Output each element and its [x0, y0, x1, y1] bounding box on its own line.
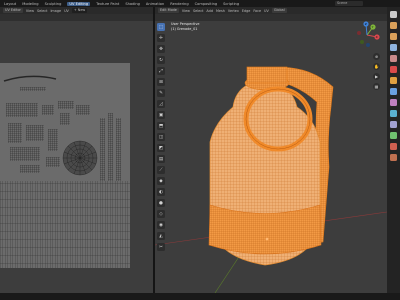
pan-hand-icon[interactable]: ✋: [373, 63, 380, 70]
uv-menu-select[interactable]: Select: [37, 9, 47, 13]
extrude-icon[interactable]: ⬒: [157, 122, 165, 130]
poly-build-icon[interactable]: ◆: [157, 177, 165, 185]
view-layer-icon[interactable]: [390, 44, 397, 51]
annotate-icon[interactable]: ✎: [157, 89, 165, 97]
loop-cut-icon[interactable]: ▤: [157, 155, 165, 163]
workspace-tab-6[interactable]: Animation: [146, 2, 164, 6]
knife-icon[interactable]: ⟋: [157, 166, 165, 174]
zoom-icon[interactable]: ⊕: [373, 53, 380, 60]
spin-icon[interactable]: ◐: [157, 188, 165, 196]
gizmo-y-label: Y: [372, 25, 374, 29]
tool-icon[interactable]: [390, 11, 397, 18]
3d-viewport[interactable]: Edit Mode View Select Add Mesh Vertex Ed…: [155, 7, 387, 293]
uv-menu-uv[interactable]: UV: [64, 9, 69, 13]
output-icon[interactable]: [390, 33, 397, 40]
grenade-neck[interactable]: [246, 66, 288, 84]
viewport-info: User Perspective (1) Grenade_01: [171, 22, 199, 31]
constraints-icon[interactable]: [390, 121, 397, 128]
toolbar: ⬚ ✛ ✥ ↻ ⤢ ⊞ ✎ ◿ ▣ ⬒ ◫ ◩ ▤ ⟋ ◆ ◐ ● ◇ ◉ ◭ ✂: [157, 23, 166, 254]
edge-slide-icon[interactable]: ◇: [157, 210, 165, 218]
uv-island-top: [20, 87, 46, 91]
workspace-tab-9[interactable]: Scripting: [223, 2, 239, 6]
uv-layout: [0, 75, 130, 268]
smooth-icon[interactable]: ●: [157, 199, 165, 207]
uv-menu-view[interactable]: View: [26, 9, 34, 13]
workspace-tab-7[interactable]: Rendering: [170, 2, 188, 6]
ortho-grid-icon[interactable]: ▦: [373, 83, 380, 90]
workspace-tab-2[interactable]: Sculpting: [45, 2, 62, 6]
gizmo-x-label: X: [376, 35, 378, 39]
select-box-icon[interactable]: ⬚: [157, 23, 165, 31]
axis-gizmo[interactable]: X Y Z: [353, 20, 383, 50]
scene-selector[interactable]: Scene: [335, 1, 363, 6]
texture-icon[interactable]: [390, 154, 397, 161]
add-cube-icon[interactable]: ▣: [157, 111, 165, 119]
move-icon[interactable]: ✥: [157, 45, 165, 53]
particles-icon[interactable]: [390, 99, 397, 106]
workspace-tab-0[interactable]: Layout: [4, 2, 16, 6]
uv-editor: UV Editor View Select Image UV + New: [0, 7, 153, 293]
view-name: User Perspective: [171, 22, 200, 26]
uv-island-body: [0, 181, 130, 268]
origin-dot: [265, 237, 269, 241]
uv-grid-area[interactable]: [0, 63, 130, 268]
top-bar: Layout Modeling Sculpting UV Editing Texture…: [0, 0, 400, 7]
object-icon[interactable]: [390, 77, 397, 84]
modifier-icon[interactable]: [390, 88, 397, 95]
rotate-icon[interactable]: ↻: [157, 56, 165, 64]
workspace-tab-8[interactable]: Compositing: [195, 2, 218, 6]
uv-island-arc: [3, 75, 57, 82]
scale-icon[interactable]: ⤢: [157, 67, 165, 75]
workspace-tab-5[interactable]: Shading: [125, 2, 140, 6]
world-icon[interactable]: [390, 66, 397, 73]
measure-icon[interactable]: ◿: [157, 100, 165, 108]
status-bar: [0, 293, 400, 300]
scene-icon[interactable]: [390, 55, 397, 62]
cursor-icon[interactable]: ✛: [157, 34, 165, 42]
inset-icon[interactable]: ◫: [157, 133, 165, 141]
material-icon[interactable]: [390, 143, 397, 150]
physics-icon[interactable]: [390, 110, 397, 117]
camera-view-icon[interactable]: ▶: [373, 73, 380, 80]
workspace-tab-1[interactable]: Modeling: [22, 2, 38, 6]
shrink-icon[interactable]: ◉: [157, 221, 165, 229]
properties-sidebar: [387, 7, 400, 293]
data-icon[interactable]: [390, 132, 397, 139]
bevel-icon[interactable]: ◩: [157, 144, 165, 152]
uv-editor-mode-dropdown[interactable]: UV Editor: [3, 8, 23, 13]
workspace-tab-4[interactable]: Texture Paint: [96, 2, 119, 6]
uv-canvas[interactable]: [0, 21, 153, 293]
uv-editor-header: UV Editor View Select Image UV + New: [0, 7, 153, 14]
navigation-gizmo[interactable]: X Y Z: [353, 20, 383, 50]
uv-editor-subheader: [0, 14, 153, 21]
uv-island-circle: [62, 140, 98, 176]
active-object-name: (1) Grenade_01: [171, 26, 198, 31]
workspace-tab-3[interactable]: UV Editing: [67, 1, 91, 6]
transform-icon[interactable]: ⊞: [157, 78, 165, 86]
rip-icon[interactable]: ✂: [157, 243, 165, 251]
uv-menu-image[interactable]: Image: [50, 9, 61, 13]
render-icon[interactable]: [390, 22, 397, 29]
gizmo-z-label: Z: [365, 22, 367, 26]
uv-image-new-button[interactable]: + New: [71, 8, 88, 13]
shear-icon[interactable]: ◭: [157, 232, 165, 240]
